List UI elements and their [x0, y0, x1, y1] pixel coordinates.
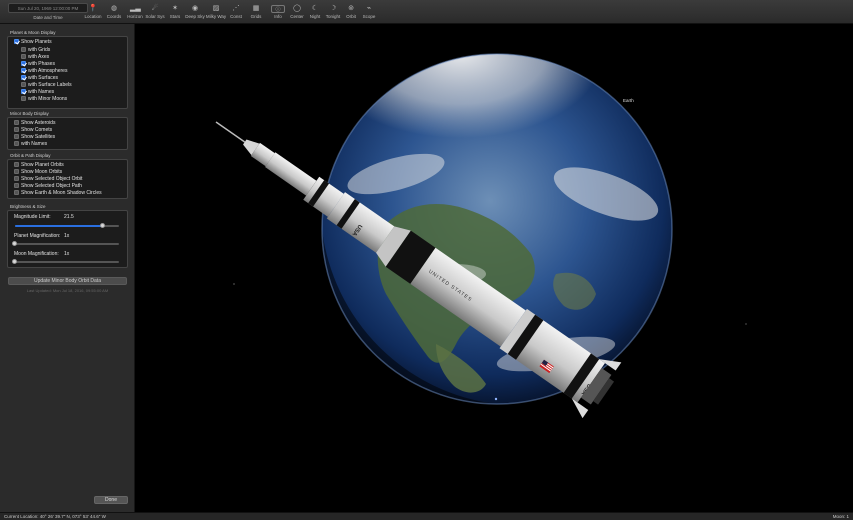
moon-mag-value: 1x — [64, 251, 70, 257]
current-location-text: Current Location: 40° 26' 39.7" N, 073° … — [4, 514, 106, 519]
magnitude-fill — [15, 225, 104, 227]
moon-icon: ☾ — [311, 5, 319, 12]
orbit-path-panel: Show Planet Orbits Show Moon Orbits Show… — [7, 159, 128, 199]
checkbox-icon — [14, 141, 19, 146]
sky-viewport[interactable]: Earth USA UNITED STATES USA — [136, 24, 853, 512]
show-selected-orbit-checkbox[interactable]: Show Selected Object Orbit — [14, 176, 82, 183]
sidebar: Planet & Moon Display Show Planets with … — [0, 24, 135, 512]
horizon-button[interactable]: ▂▃ Horizon — [124, 2, 146, 22]
with-axes-checkbox[interactable]: with Axes — [21, 54, 49, 61]
datetime-label: Date and Time — [33, 15, 63, 20]
center-icon: ◯ — [293, 5, 301, 12]
checkbox-icon — [14, 162, 19, 167]
earth-label: Earth — [623, 98, 634, 103]
status-bar: Current Location: 40° 26' 39.7" N, 073° … — [0, 512, 853, 520]
location-button[interactable]: 📍 Location — [82, 2, 104, 22]
const-button[interactable]: ⋰ Const — [225, 2, 247, 22]
with-grids-checkbox[interactable]: with Grids — [21, 47, 50, 54]
minor-body-panel: Show Asteroids Show Comets Show Satellit… — [7, 117, 128, 150]
datetime-field[interactable]: Sun Jul 20, 1969 12:00:00 PM — [8, 3, 88, 13]
update-orbit-data-button[interactable]: Update Minor Body Orbit Data — [8, 277, 127, 285]
status-right-text: Moon: 1 — [832, 514, 849, 519]
show-asteroids-checkbox[interactable]: Show Asteroids — [14, 120, 55, 127]
checkbox-icon — [14, 39, 19, 44]
globe-icon: ◍ — [110, 5, 118, 12]
checkbox-icon — [14, 176, 19, 181]
minor-body-title: Minor Body Display — [10, 111, 49, 116]
planet-mag-label: Planet Magnification: — [14, 233, 61, 239]
star-dot — [494, 397, 498, 401]
magnitude-value: 21.5 — [64, 214, 74, 220]
scope-button[interactable]: ⌁ Scope — [358, 2, 380, 22]
show-comets-checkbox[interactable]: Show Comets — [14, 127, 52, 134]
planet-mag-value: 1x — [64, 233, 70, 239]
sky-canvas: Earth USA UNITED STATES USA — [215, 24, 747, 429]
with-surfaces-checkbox[interactable]: with Surfaces — [21, 75, 58, 82]
with-surface-labels-checkbox[interactable]: with Surface Labels — [21, 82, 72, 89]
moon-mag-slider-thumb[interactable] — [12, 259, 17, 264]
checkbox-icon — [21, 54, 26, 59]
moon-mag-slider[interactable] — [15, 261, 119, 263]
checkbox-icon — [14, 169, 19, 174]
with-atmospheres-checkbox[interactable]: with Atmospheres — [21, 68, 67, 75]
milky-way-button[interactable]: ▨ Milky Way — [205, 2, 227, 22]
star-dot — [233, 283, 235, 285]
galaxy-icon: ◉ — [191, 5, 199, 12]
with-minor-moons-checkbox[interactable]: with Minor Moons — [21, 96, 67, 103]
coords-button[interactable]: ◍ Coords — [103, 2, 125, 22]
tonight-icon: ☽ — [329, 5, 337, 12]
checkbox-icon — [14, 183, 19, 188]
solar-system-icon: ☄ — [151, 5, 159, 12]
planet-mag-slider-thumb[interactable] — [12, 241, 17, 246]
orbit-path-title: Orbit & Path Display — [10, 153, 51, 158]
checkbox-icon — [21, 68, 26, 73]
done-button[interactable]: Done — [94, 496, 128, 504]
stars-icon: ✶ — [172, 5, 178, 12]
checkbox-icon — [21, 61, 26, 66]
checkbox-icon — [21, 47, 26, 52]
checkbox-icon — [14, 120, 19, 125]
show-shadow-circles-checkbox[interactable]: Show Earth & Moon Shadow Circles — [14, 190, 102, 197]
with-names-checkbox[interactable]: with Names — [21, 89, 54, 96]
grid-icon: ▦ — [252, 5, 260, 12]
pin-icon: 📍 — [88, 5, 98, 12]
info-icon: ⓘ — [271, 5, 285, 13]
telescope-icon: ⌁ — [366, 5, 372, 12]
checkbox-icon — [21, 96, 26, 101]
checkbox-icon — [14, 134, 19, 139]
earth-globe[interactable] — [261, 24, 673, 429]
with-phases-checkbox[interactable]: with Phases — [21, 61, 55, 68]
checkbox-icon — [21, 82, 26, 87]
checkbox-icon — [21, 75, 26, 80]
show-satellites-checkbox[interactable]: Show Satellites — [14, 134, 55, 141]
show-planet-orbits-checkbox[interactable]: Show Planet Orbits — [14, 162, 64, 169]
brightness-title: Brightness & Size — [10, 204, 46, 209]
grids-button[interactable]: ▦ Grids — [245, 2, 267, 22]
horizon-icon: ▂▃ — [130, 5, 141, 12]
constellation-icon: ⋰ — [232, 5, 240, 12]
magnitude-label: Magnitude Limit: — [14, 214, 51, 220]
orbit-icon: ⊚ — [348, 5, 354, 12]
moon-mag-label: Moon Magnification: — [14, 251, 59, 257]
deep-sky-button[interactable]: ◉ Deep Sky — [184, 2, 206, 22]
toolbar: Sun Jul 20, 1969 12:00:00 PM Date and Ti… — [0, 0, 853, 24]
show-planets-checkbox[interactable]: Show Planets — [14, 39, 52, 46]
show-moon-orbits-checkbox[interactable]: Show Moon Orbits — [14, 169, 62, 176]
checkbox-icon — [21, 89, 26, 94]
solar-sys-button[interactable]: ☄ Solar Sys — [144, 2, 166, 22]
last-updated-text: Last Updated: Mon Jul 18, 2016, 09:55:00… — [26, 288, 109, 293]
planet-moon-title: Planet & Moon Display — [10, 30, 56, 35]
checkbox-icon — [14, 190, 19, 195]
minor-with-names-checkbox[interactable]: with Names — [14, 141, 47, 148]
stars-button[interactable]: ✶ Stars — [164, 2, 186, 22]
planet-moon-panel: Show Planets with Grids with Axes with P… — [7, 36, 128, 109]
star-dot — [745, 323, 747, 325]
milky-way-icon: ▨ — [212, 5, 220, 12]
checkbox-icon — [14, 127, 19, 132]
planet-mag-slider[interactable] — [15, 243, 119, 245]
show-selected-path-checkbox[interactable]: Show Selected Object Path — [14, 183, 82, 190]
